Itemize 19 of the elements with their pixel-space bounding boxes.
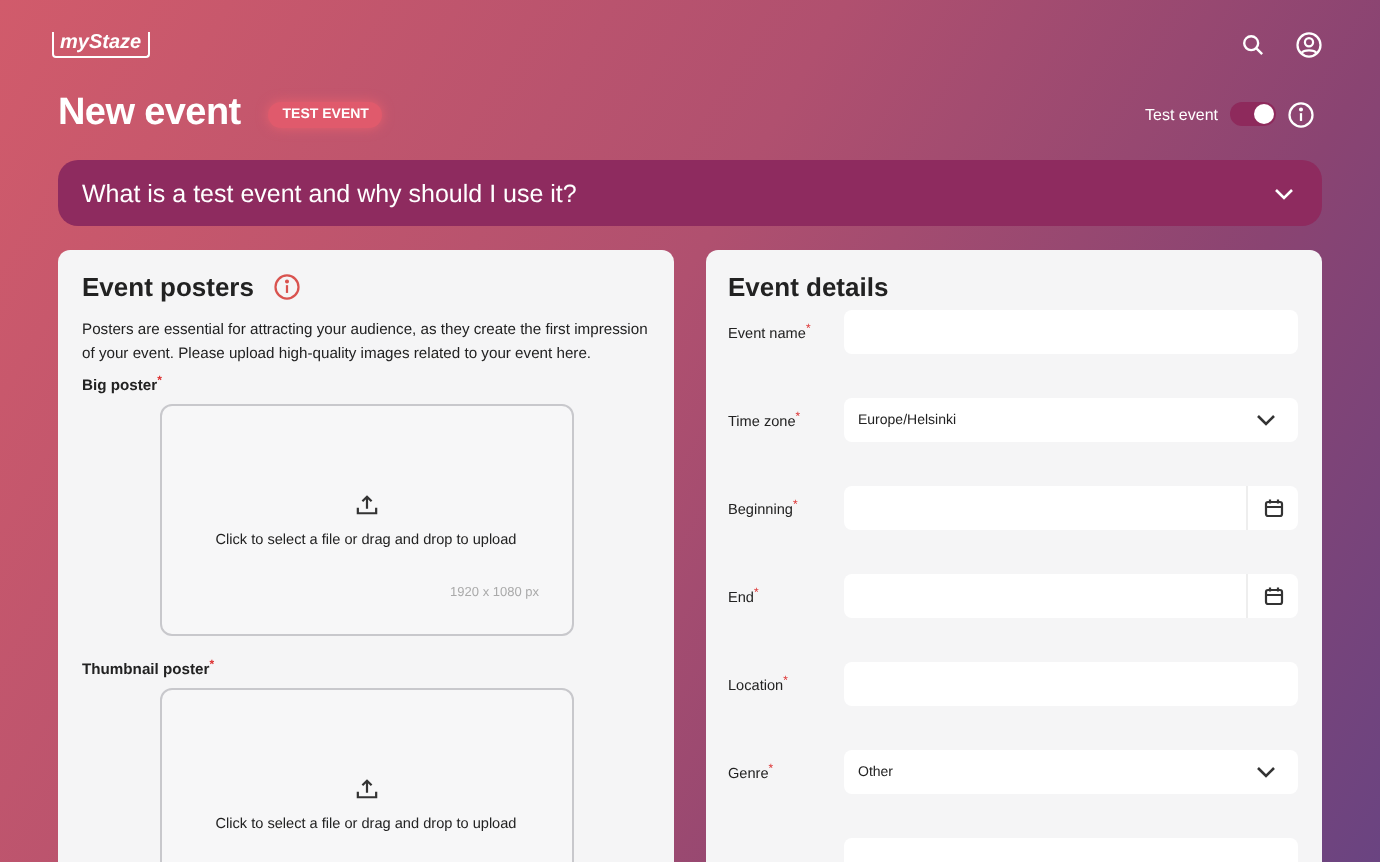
date-field[interactable]	[844, 486, 1298, 530]
info-icon[interactable]	[273, 274, 300, 300]
calendar-icon	[1263, 586, 1283, 606]
faq-accordion[interactable]: What is a test event and why should I use it?	[58, 160, 1322, 226]
upload-icon	[355, 777, 377, 799]
date-field[interactable]	[844, 574, 1298, 618]
chevron-down-icon	[1274, 187, 1294, 199]
page-title: New event	[58, 92, 241, 136]
user-icon[interactable]	[1296, 31, 1322, 57]
search-icon[interactable]	[1242, 33, 1264, 55]
toggle-label: Test event	[1145, 105, 1218, 123]
upload-icon	[355, 493, 377, 515]
chevron-down-icon	[1256, 766, 1276, 778]
card-title: Event posters	[82, 272, 254, 302]
test-event-toggle[interactable]	[1230, 102, 1276, 126]
card-title: Event details	[728, 272, 891, 302]
logo[interactable]: myStaze	[52, 31, 150, 57]
chevron-down-icon	[1256, 414, 1276, 426]
calendar-icon	[1263, 498, 1283, 518]
